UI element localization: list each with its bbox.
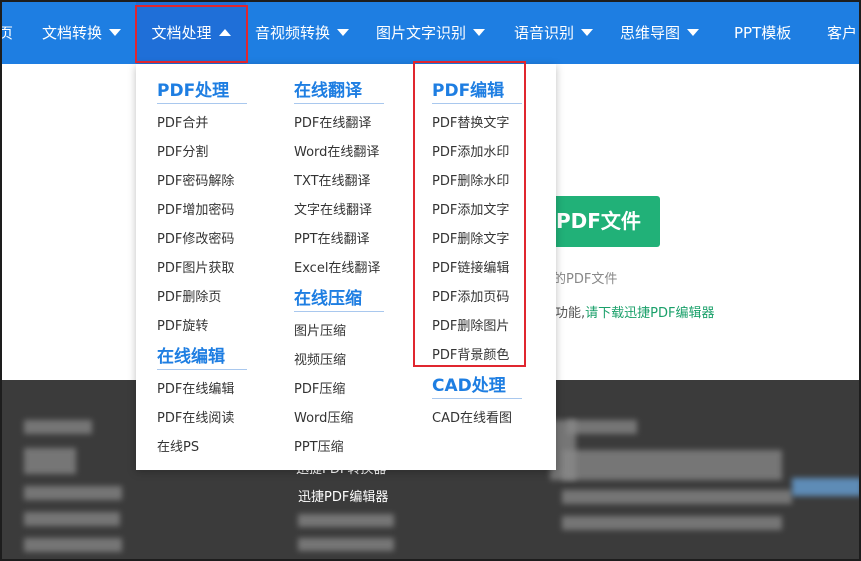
menu-item[interactable]: PDF在线编辑 — [157, 378, 234, 397]
download-hint: 功能,请下载迅捷PDF编辑器 — [555, 302, 714, 321]
caret-down-icon — [473, 29, 486, 36]
caret-down-icon — [337, 29, 350, 36]
nav-item-label: 图片文字识别 — [376, 24, 467, 42]
blurred-text — [24, 538, 122, 552]
menu-item[interactable]: PDF在线阅读 — [157, 407, 234, 426]
nav-item-doc-process[interactable]: 文档处理 — [136, 2, 246, 64]
caret-down-icon — [581, 29, 594, 36]
menu-item[interactable]: PDF合并 — [157, 112, 208, 131]
group-underline — [294, 311, 384, 312]
group-underline — [157, 103, 247, 104]
menu-item[interactable]: 图片压缩 — [294, 320, 346, 339]
menu-item[interactable]: PDF背景颜色 — [432, 344, 509, 363]
blurred-text — [24, 486, 122, 500]
nav-item-speech[interactable]: 语音识别 — [514, 2, 594, 64]
footer-link-pdf-editor[interactable]: 迅捷PDF编辑器 — [298, 486, 388, 505]
menu-item[interactable]: 文字在线翻译 — [294, 199, 372, 218]
hint-prefix: 功能, — [555, 306, 586, 321]
menu-item[interactable]: PPT压缩 — [294, 436, 344, 455]
menu-item[interactable]: PDF替换文字 — [432, 112, 509, 131]
menu-item[interactable]: 在线PS — [157, 436, 199, 455]
menu-item[interactable]: PDF删除文字 — [432, 228, 509, 247]
caret-down-icon — [109, 29, 122, 36]
nav-item-home[interactable]: 页 — [2, 2, 13, 64]
menu-item[interactable]: PDF旋转 — [157, 315, 208, 334]
upload-subtext: 的PDF文件 — [553, 272, 618, 287]
blurred-text — [24, 420, 92, 434]
app-frame: PDF文件 的PDF文件 功能,请下载迅捷PDF编辑器 迅捷PDF转换器 迅捷P… — [0, 0, 861, 561]
group-title-online-compress: 在线压缩 — [294, 289, 362, 309]
menu-item[interactable]: PDF添加水印 — [432, 141, 509, 160]
group-title-online-edit: 在线编辑 — [157, 347, 225, 367]
upload-button-label: PDF文件 — [556, 209, 641, 233]
group-underline — [294, 103, 384, 104]
nav-item-label: 文档处理 — [151, 24, 212, 42]
caret-down-icon — [687, 29, 700, 36]
menu-item[interactable]: PDF分割 — [157, 141, 208, 160]
menu-item[interactable]: PDF在线翻译 — [294, 112, 371, 131]
nav-item-mindmap[interactable]: 思维导图 — [620, 2, 700, 64]
blurred-text — [567, 420, 637, 434]
menu-item[interactable]: PDF添加页码 — [432, 286, 509, 305]
nav-item-label: 思维导图 — [620, 24, 681, 42]
nav-item-label: 语音识别 — [514, 24, 575, 42]
blurred-text — [562, 516, 782, 530]
menu-item[interactable]: PDF删除图片 — [432, 315, 509, 334]
group-title-online-translate: 在线翻译 — [294, 81, 362, 101]
nav-item-label: 文档转换 — [42, 24, 103, 42]
nav-item-ppt-template[interactable]: PPT模板 — [734, 2, 791, 64]
download-editor-link[interactable]: 请下载迅捷PDF编辑器 — [585, 306, 714, 321]
nav-item-label: PPT模板 — [734, 24, 792, 42]
nav-item-av-convert[interactable]: 音视频转换 — [255, 2, 350, 64]
menu-item[interactable]: Word压缩 — [294, 407, 353, 426]
blurred-text — [24, 448, 76, 474]
caret-up-icon — [218, 29, 231, 36]
menu-item[interactable]: PDF删除页 — [157, 286, 221, 305]
menu-item[interactable]: PPT在线翻译 — [294, 228, 370, 247]
group-underline — [432, 398, 522, 399]
top-navbar: 页 文档转换 文档处理 音视频转换 图片文字识别 语音识别 思维导图 PPT模板… — [2, 2, 859, 64]
menu-item[interactable]: Excel在线翻译 — [294, 257, 380, 276]
nav-item-ocr[interactable]: 图片文字识别 — [376, 2, 486, 64]
blurred-text — [562, 450, 782, 480]
group-title-pdf-process: PDF处理 — [157, 81, 230, 101]
nav-item-label: 音视频转换 — [255, 24, 331, 42]
group-title-pdf-edit: PDF编辑 — [432, 81, 505, 101]
menu-item[interactable]: TXT在线翻译 — [294, 170, 371, 189]
blurred-text — [562, 490, 792, 504]
doc-process-dropdown: PDF处理 PDF合并 PDF分割 PDF密码解除 PDF增加密码 PDF修改密… — [136, 64, 556, 470]
blurred-text — [298, 538, 394, 551]
nav-item-customer[interactable]: 客户 — [827, 2, 857, 64]
menu-item[interactable]: PDF删除水印 — [432, 170, 509, 189]
group-title-cad-process: CAD处理 — [432, 376, 506, 396]
menu-item[interactable]: PDF修改密码 — [157, 228, 234, 247]
group-underline — [157, 369, 247, 370]
menu-item[interactable]: PDF添加文字 — [432, 199, 509, 218]
menu-item[interactable]: CAD在线看图 — [432, 407, 512, 426]
group-underline — [432, 103, 522, 104]
menu-item[interactable]: PDF压缩 — [294, 378, 345, 397]
nav-item-doc-convert[interactable]: 文档转换 — [42, 2, 122, 64]
menu-item[interactable]: PDF链接编辑 — [432, 257, 509, 276]
nav-item-label: 页 — [2, 24, 13, 42]
menu-item[interactable]: PDF密码解除 — [157, 170, 234, 189]
nav-item-label: 客户 — [827, 24, 858, 42]
upload-pdf-button[interactable]: PDF文件 — [550, 196, 660, 247]
menu-item[interactable]: PDF增加密码 — [157, 199, 234, 218]
menu-item[interactable]: PDF图片获取 — [157, 257, 234, 276]
blurred-button — [792, 478, 859, 496]
menu-item[interactable]: Word在线翻译 — [294, 141, 379, 160]
menu-item[interactable]: 视频压缩 — [294, 349, 346, 368]
blurred-text — [24, 512, 120, 526]
blurred-text — [298, 514, 394, 527]
